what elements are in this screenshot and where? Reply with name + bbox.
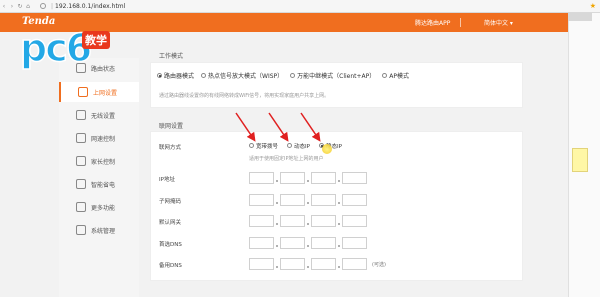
radio-icon (201, 72, 207, 78)
mode-ap[interactable]: AP模式 (382, 71, 409, 80)
octet-input[interactable] (342, 258, 367, 270)
octet-input[interactable] (342, 237, 367, 249)
radio-icon (249, 143, 254, 148)
radio-icon (290, 72, 296, 78)
pc6-watermark: pc6 教学 (19, 25, 125, 74)
octet-input[interactable] (342, 215, 367, 227)
forward-icon[interactable]: › (8, 3, 16, 10)
option-pppoe[interactable]: 宽带拨号 (249, 142, 278, 150)
octet-input[interactable] (280, 258, 305, 270)
octet-input[interactable] (249, 258, 274, 270)
refresh-icon[interactable]: ↻ (16, 3, 24, 10)
octet-input[interactable] (280, 215, 305, 227)
sidebar-item-internet[interactable]: 上网设置 (59, 82, 139, 102)
mode-router[interactable]: 路由器模式 (157, 71, 194, 80)
gateway-label: 默认网关 (159, 220, 182, 226)
url-text: 192.168.0.1/index.html (55, 2, 126, 10)
sidebar-item-wireless[interactable]: 无线设置 (59, 105, 139, 125)
wifi-icon (76, 110, 86, 120)
language-select[interactable]: 简体中文 ▾ (484, 18, 513, 27)
internet-settings-title: 联网设置 (159, 123, 184, 130)
option-dhcp[interactable]: 动态IP (287, 142, 310, 150)
secondary-dns-label: 备用DNS (159, 263, 182, 269)
octet-input[interactable] (342, 194, 367, 206)
static-ip-hint: 适用于使用固定IP地址上网的用户 (249, 156, 324, 162)
sidebar-item-system[interactable]: 系统管理 (59, 220, 139, 240)
app-link[interactable]: 腾达路由APP (415, 18, 450, 27)
octet-input[interactable] (311, 172, 336, 184)
octet-input[interactable] (311, 258, 336, 270)
sidebar-item-power[interactable]: 智能省电 (59, 174, 139, 194)
parental-icon (76, 156, 86, 166)
secondary-dns-input: (可选) (249, 258, 386, 270)
octet-input[interactable] (280, 194, 305, 206)
connection-type-label: 联网方式 (159, 145, 182, 151)
browser-toolbar: ‹ › ↻ ⌂ | 192.168.0.1/index.html ★ (0, 0, 600, 13)
octet-input[interactable] (249, 215, 274, 227)
sidebar-item-more[interactable]: 更多功能 (59, 197, 139, 217)
work-mode-options: 路由器模式 热点信号放大模式（WISP） 万能中继模式（Client+AP） A… (157, 71, 409, 80)
gateway-input (249, 215, 372, 227)
work-mode-note: 通过路由器线设置你的有线网络转成WiFi信号，将用实现家庭用户共享上网。 (159, 93, 330, 99)
home-icon[interactable]: ⌂ (24, 3, 32, 10)
star-icon[interactable]: ★ (590, 2, 596, 10)
speed-icon (76, 133, 86, 143)
sidebar-item-label: 家长控制 (91, 158, 116, 166)
system-icon (76, 225, 86, 235)
window-controls (568, 13, 592, 21)
mode-wisp[interactable]: 热点信号放大模式（WISP） (201, 71, 283, 80)
octet-input[interactable] (311, 194, 336, 206)
radio-icon (382, 72, 388, 78)
mouse-cursor-highlight (322, 144, 332, 154)
back-icon[interactable]: ‹ (0, 3, 8, 10)
sidebar-item-label: 上网设置 (93, 89, 118, 97)
octet-input[interactable] (280, 172, 305, 184)
ip-address-input (249, 172, 372, 184)
sidebar-item-speed[interactable]: 网速控制 (59, 128, 139, 148)
octet-input[interactable] (311, 237, 336, 249)
ip-address-label: IP地址 (159, 177, 175, 183)
subnet-mask-label: 子网掩码 (159, 199, 182, 205)
sidebar-item-label: 网速控制 (91, 135, 116, 143)
octet-input[interactable] (342, 172, 367, 184)
octet-input[interactable] (249, 172, 274, 184)
power-icon (76, 179, 86, 189)
work-mode-title: 工作模式 (159, 53, 184, 60)
radio-icon (157, 72, 162, 78)
work-mode-card (150, 62, 523, 108)
sidebar: 路由状态 上网设置 无线设置 网速控制 家长控制 智能省电 更多功能 系统管理 (59, 58, 139, 297)
mode-client-ap[interactable]: 万能中继模式（Client+AP） (290, 71, 375, 80)
octet-input[interactable] (280, 237, 305, 249)
address-bar[interactable]: | 192.168.0.1/index.html (38, 2, 125, 11)
sidebar-item-parental[interactable]: 家长控制 (59, 151, 139, 171)
primary-dns-label: 首选DNS (159, 242, 182, 248)
primary-dns-input (249, 237, 372, 249)
sidebar-item-label: 智能省电 (91, 181, 116, 189)
subnet-mask-input (249, 194, 372, 206)
sidebar-item-label: 系统管理 (91, 227, 116, 235)
octet-input[interactable] (249, 237, 274, 249)
octet-input[interactable] (311, 215, 336, 227)
sidebar-item-label: 更多功能 (91, 204, 116, 212)
sticky-note (572, 148, 588, 172)
internet-icon (78, 87, 88, 97)
more-icon (76, 202, 86, 212)
octet-input[interactable] (249, 194, 274, 206)
site-info-icon (40, 3, 46, 9)
sidebar-item-label: 无线设置 (91, 112, 116, 120)
optional-note: (可选) (372, 261, 386, 268)
radio-icon (287, 143, 293, 148)
